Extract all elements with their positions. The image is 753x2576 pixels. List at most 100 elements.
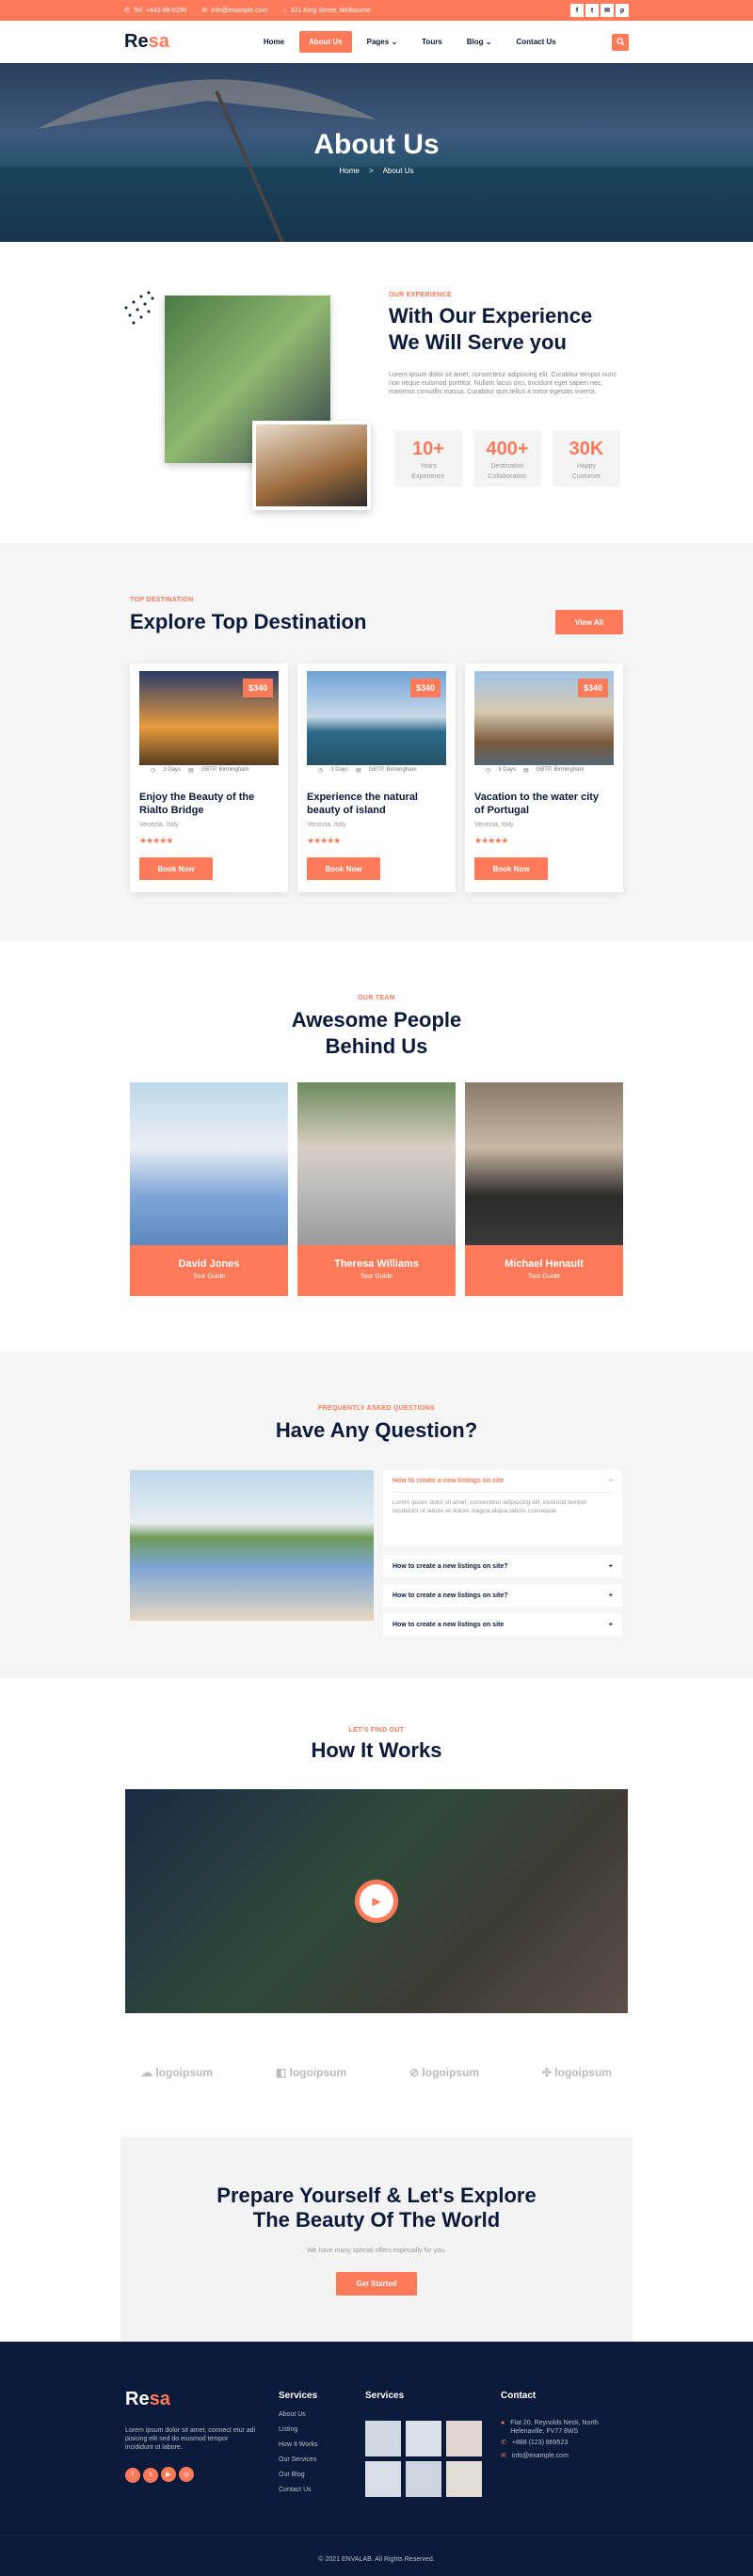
partner-logo-text: logoipsum: [422, 2066, 480, 2079]
partner-logos: ☁ logoipsum ◧ logoipsum ⊘ logoipsum ✣ lo…: [141, 2066, 612, 2079]
footer-link[interactable]: Contact Us: [279, 2483, 318, 2498]
partner-logo: ◧ logoipsum: [275, 2066, 347, 2079]
team-title-line-1: Awesome People: [291, 1008, 462, 1032]
nav-tours[interactable]: Tours: [412, 31, 452, 53]
footer-link[interactable]: How It Works: [279, 2438, 318, 2453]
contact-email[interactable]: ✉ info@example.com: [501, 2451, 599, 2462]
stat-number: 30K: [569, 439, 604, 459]
footer-link[interactable]: About Us: [279, 2408, 318, 2423]
get-started-button[interactable]: Get Started: [336, 2272, 417, 2296]
logo-part-1: Re: [124, 31, 149, 52]
place-text: GBTP, Birmingham: [368, 767, 417, 773]
member-info: David Jones Tour Guide: [130, 1245, 288, 1296]
faq-answer: Lorem ipsum dolor sit amet, consectetur …: [393, 1492, 613, 1515]
youtube-icon[interactable]: ▶: [161, 2467, 176, 2482]
card-title[interactable]: Vacation to the water city of Portugal: [474, 791, 614, 817]
gallery-image[interactable]: [446, 2461, 482, 2497]
video-player[interactable]: ▶: [125, 1789, 628, 2013]
contact-phone[interactable]: ✆ +888 (123) 869523: [501, 2436, 599, 2451]
partner-logo: ☁ logoipsum: [141, 2066, 214, 2079]
gallery-image[interactable]: [365, 2461, 401, 2497]
play-button[interactable]: ▶: [355, 1880, 398, 1923]
email-text: info@example.com: [511, 2453, 569, 2459]
nav-contact[interactable]: Contact Us: [507, 31, 566, 53]
faq-item[interactable]: How to create a new listings on site? +: [383, 1555, 622, 1577]
member-role: Tour Guide: [360, 1273, 393, 1280]
book-now-button[interactable]: Book Now: [139, 857, 213, 880]
faq-section: FREQUENTLY ASKED QUESTIONS Have Any Ques…: [0, 1352, 753, 1678]
main-nav: Resa Home About Us Pages ⌄ Tours Blog ⌄ …: [0, 21, 753, 63]
gallery-image[interactable]: [406, 2461, 441, 2497]
gallery-image[interactable]: [446, 2421, 482, 2456]
nav-blog[interactable]: Blog ⌄: [457, 31, 502, 53]
footer-logo[interactable]: Resa: [125, 2389, 170, 2410]
footer-link[interactable]: Our Blog: [279, 2468, 318, 2483]
social-links: f t ✉ p: [570, 4, 629, 17]
faq-item[interactable]: How to create a new listings on site +: [383, 1613, 622, 1636]
faq-question-open[interactable]: How to create a new listings on site −: [383, 1470, 622, 1492]
nav-about[interactable]: About Us: [299, 31, 352, 53]
about-image-secondary: [252, 421, 371, 510]
logo[interactable]: Resa: [124, 31, 169, 53]
twitter-icon[interactable]: t: [585, 4, 599, 17]
card-title-line-2: Rialto Bridge: [139, 805, 204, 816]
facebook-icon[interactable]: f: [125, 2467, 140, 2483]
instagram-icon[interactable]: ◎: [179, 2467, 194, 2482]
card-title-line-1: Enjoy the Beauty of the: [139, 792, 255, 803]
gallery-image[interactable]: [365, 2421, 401, 2456]
breadcrumb-current: About Us: [382, 167, 414, 175]
plus-icon: +: [608, 1562, 613, 1570]
facebook-icon[interactable]: f: [570, 4, 584, 17]
cta-title-line-2: The Beauty Of The World: [252, 2208, 501, 2232]
breadcrumb-home[interactable]: Home: [340, 167, 360, 175]
price-badge: $340: [242, 679, 273, 697]
team-eyebrow: OUR TEAM: [358, 995, 395, 1001]
stat-customers: 30K Happy Customer: [553, 430, 620, 487]
phone-text: +888 (123) 869523: [511, 2440, 569, 2446]
stat-label-line-1: Happy: [576, 463, 597, 470]
destination-card[interactable]: $340 ◷ 3 Days ▤ GBTP, Birmingham Vacation t…: [465, 664, 623, 892]
rating-stars: ★★★★★: [474, 836, 508, 845]
email-text[interactable]: info@example.com: [211, 8, 267, 14]
stat-number: 10+: [412, 439, 444, 459]
book-now-button[interactable]: Book Now: [474, 857, 548, 880]
search-button[interactable]: [612, 33, 629, 51]
twitter-icon[interactable]: t: [143, 2467, 158, 2483]
footer-gallery-heading: Services: [365, 2391, 405, 2401]
footer-link[interactable]: Our Services: [279, 2453, 318, 2468]
team-member-card[interactable]: Theresa Williams Tour Guide: [297, 1082, 456, 1296]
price-badge: $340: [577, 679, 608, 697]
stat-destination: 400+ Destination Collaboration: [473, 430, 541, 487]
view-all-button[interactable]: View All: [555, 610, 623, 634]
book-now-button[interactable]: Book Now: [307, 857, 380, 880]
faq-item[interactable]: How to create a new listings on site? +: [383, 1584, 622, 1607]
cta-subtitle: We have many special offers especially f…: [307, 2248, 446, 2254]
email-info[interactable]: ✉ info@example.com: [202, 7, 268, 15]
card-title[interactable]: Experience the natural beauty of island: [307, 791, 446, 817]
destination-card[interactable]: $340 ◷ 3 Days ▤ GBTP, Birmingham Enjoy the …: [130, 664, 288, 892]
about-body: Lorem ipsum dolor sit amet, consectetur …: [389, 372, 617, 395]
cta-title: Prepare Yourself & Let's Explore The Beau…: [120, 2184, 633, 2232]
how-title: How It Works: [311, 1738, 442, 1762]
team-member-card[interactable]: Michael Henault Tour Guide: [465, 1082, 623, 1296]
footer-links: About Us Listing How It Works Our Servic…: [279, 2408, 318, 2498]
gallery-image[interactable]: [406, 2421, 441, 2456]
faq-item-open[interactable]: How to create a new listings on site − Lo…: [383, 1470, 622, 1545]
email-social-icon[interactable]: ✉: [601, 4, 614, 17]
team-member-card[interactable]: David Jones Tour Guide: [130, 1082, 288, 1296]
address-line-2: Helenaville, FV77 8WS: [510, 2428, 579, 2435]
nav-pages[interactable]: Pages ⌄: [358, 31, 408, 53]
address-info: ⌂ 321 King Street, Melbourne: [282, 8, 370, 14]
destination-card[interactable]: $340 ◷ 3 Days ▤ GBTP, Birmingham Experience…: [297, 664, 456, 892]
card-title[interactable]: Enjoy the Beauty of the Rialto Bridge: [139, 791, 279, 817]
place-text: GBTP, Birmingham: [536, 767, 585, 773]
pinterest-icon[interactable]: p: [616, 4, 629, 17]
about-title-line-2: We Will Serve you: [389, 330, 567, 354]
member-name: Michael Henault: [505, 1258, 584, 1270]
about-eyebrow: OUR EXPERIENCE: [389, 292, 452, 298]
footer-link[interactable]: Listing: [279, 2423, 318, 2438]
member-role: Tour Guide: [192, 1273, 226, 1280]
nav-home[interactable]: Home: [254, 31, 294, 53]
nav-menu: Home About Us Pages ⌄ Tours Blog ⌄ Conta…: [254, 31, 566, 53]
member-role: Tour Guide: [527, 1273, 561, 1280]
